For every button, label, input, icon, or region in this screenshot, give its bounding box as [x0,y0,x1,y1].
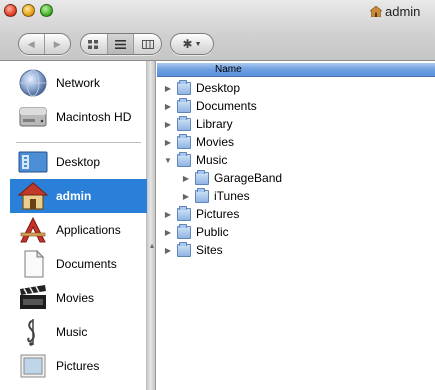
sidebar-item-macintosh-hd[interactable]: Macintosh HD [10,100,147,134]
music-note-icon [27,319,35,346]
sidebar-splitter[interactable]: ▴ [147,61,156,390]
back-button[interactable]: ◀ [19,34,45,54]
sites-folder-icon [177,241,191,257]
file-list: Name ▶ Desktop ▶ Documents ▶ Library ▶ M… [157,61,435,390]
list-view-button[interactable] [107,34,135,54]
minimize-window-button[interactable] [22,4,35,17]
home-icon [370,5,382,17]
sidebar-item-label: Documents [56,257,117,271]
list-item[interactable]: ▶ Movies [157,133,435,151]
action-menu-button[interactable]: ✱ ▼ [170,33,214,55]
public-folder-icon [177,223,191,239]
hard-disk-icon [19,107,47,127]
list-item[interactable]: ▶ Pictures [157,205,435,223]
film-clapper-icon [20,285,46,309]
resize-handle-icon: ▴ [150,241,155,250]
movies-folder-icon [177,133,191,149]
disclosure-triangle-icon[interactable]: ▶ [163,102,173,111]
sidebar-item-label: Macintosh HD [56,110,132,124]
sidebar-item-applications[interactable]: Applications [10,213,147,247]
pictures-folder-icon [177,205,191,221]
sidebar-item-movies[interactable]: Movies [10,281,147,315]
close-window-button[interactable] [4,4,17,17]
name-column-header[interactable]: Name [157,63,435,77]
music-folder-icon [177,151,191,167]
view-mode-control [80,33,162,55]
folder-icon [195,187,209,203]
sidebar: Network Macintosh HD Desktop admin Appli… [10,61,147,390]
forward-button[interactable]: ▶ [45,34,70,54]
folder-icon [177,97,191,113]
sidebar-item-label: Desktop [56,155,101,169]
applications-icon [20,216,46,243]
sidebar-item-label: admin [56,189,92,203]
sidebar-item-desktop[interactable]: Desktop [10,145,147,179]
window-toolbar: admin ◀ ▶ ✱ ▼ [0,0,435,61]
document-icon [24,249,45,278]
sidebar-item-label: Network [56,76,101,90]
sidebar-item-documents[interactable]: Documents [10,247,147,281]
window-title-text: admin [385,3,421,19]
list-item[interactable]: ▼ Music [157,151,435,169]
list-item[interactable]: ▶ Public [157,223,435,241]
disclosure-triangle-icon[interactable]: ▶ [181,192,191,201]
disclosure-triangle-icon[interactable]: ▶ [163,138,173,147]
desktop-folder-icon [18,151,48,173]
list-item[interactable]: ▶ Documents [157,97,435,115]
folder-icon [195,169,209,185]
sidebar-item-label: Applications [56,223,121,237]
sidebar-divider [16,142,141,143]
sidebar-item-music[interactable]: Music [10,315,147,349]
sidebar-item-admin[interactable]: admin [10,179,147,213]
back-forward-control: ◀ ▶ [18,33,71,55]
disclosure-triangle-icon[interactable]: ▶ [181,174,191,183]
list-item[interactable]: ▶ Library [157,115,435,133]
gear-icon: ✱ [182,37,193,51]
zoom-window-button[interactable] [40,4,53,17]
back-arrow-icon: ◀ [27,38,35,49]
forward-arrow-icon: ▶ [53,38,61,49]
column-view-icon [141,39,154,49]
disclosure-triangle-icon[interactable]: ▶ [163,84,173,93]
column-view-button[interactable] [134,34,161,54]
disclosure-triangle-icon[interactable]: ▶ [163,228,173,237]
home-icon [18,182,48,210]
list-view-icon [115,39,126,49]
window-title: admin [370,3,420,19]
folder-icon [177,115,191,131]
desktop-folder-icon [177,79,191,95]
list-item[interactable]: ▶ Sites [157,241,435,259]
network-globe-icon [19,69,47,97]
disclosure-triangle-open-icon[interactable]: ▼ [163,156,173,165]
sidebar-item-label: Pictures [56,359,100,373]
name-column-label: Name [215,64,242,75]
picture-frame-icon [20,354,46,378]
list-item[interactable]: ▶ Desktop [157,79,435,97]
sidebar-item-label: Music [56,325,88,339]
list-item[interactable]: ▶ iTunes [157,187,435,205]
icon-view-button[interactable] [81,34,108,54]
sidebar-item-network[interactable]: Network [10,66,147,100]
list-item[interactable]: ▶ GarageBand [157,169,435,187]
disclosure-triangle-icon[interactable]: ▶ [163,120,173,129]
disclosure-triangle-icon[interactable]: ▶ [163,246,173,255]
sidebar-item-pictures[interactable]: Pictures [10,349,147,383]
disclosure-triangle-icon[interactable]: ▶ [163,210,173,219]
sidebar-item-label: Movies [56,291,95,305]
icon-view-icon [88,39,99,49]
chevron-down-icon: ▼ [194,40,202,48]
